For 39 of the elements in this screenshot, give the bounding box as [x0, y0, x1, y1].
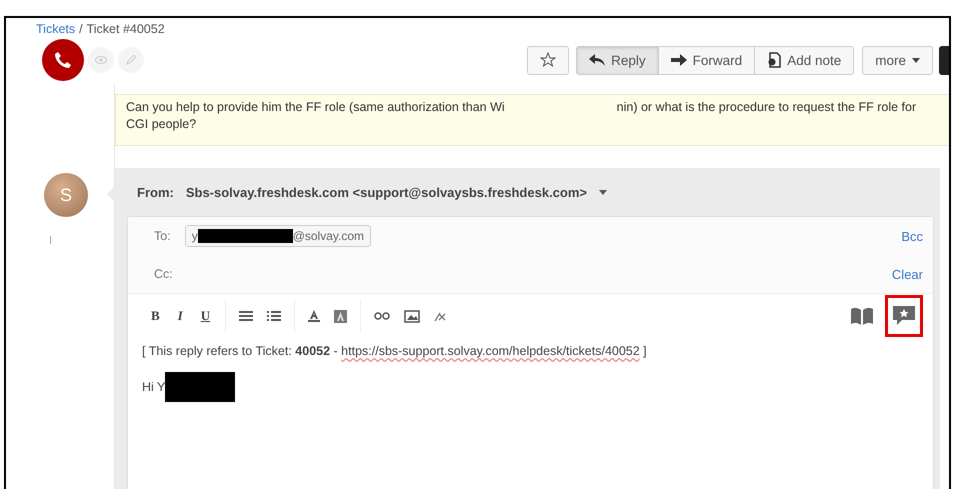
editor-tool-button[interactable]	[885, 295, 923, 337]
action-button[interactable]: Reply	[576, 46, 659, 74]
star-button[interactable]	[527, 46, 570, 74]
action-button[interactable]: Forward	[658, 46, 756, 74]
star-icon	[540, 52, 556, 68]
breadcrumb-link[interactable]: Tickets	[36, 22, 76, 36]
ticket-link[interactable]: https://sbs-support.solvay.com/helpdesk/tickets/40052	[341, 344, 640, 358]
book-icon	[851, 307, 873, 325]
to-label: To:	[154, 229, 171, 243]
pencil-icon	[126, 55, 136, 65]
reply-reference-text: [ This reply refers to Ticket: 40052 - https://sbs-support.solvay.com/helpdesk/tickets/40052 ]	[142, 344, 648, 358]
cc-label: Cc:	[154, 267, 173, 281]
note-text: Can you help to provide him the FF role (same authorization than Wi nin) or what is the procedure to request the FF role for CGI people?	[115, 94, 949, 146]
reply-icon	[589, 54, 606, 66]
note-icon	[767, 52, 782, 68]
format-button[interactable]: B	[142, 308, 169, 324]
chat-star-icon	[893, 306, 915, 326]
from-label: From:	[137, 184, 174, 200]
caret-icon[interactable]	[599, 190, 607, 194]
breadcrumb-current: Ticket #40052	[86, 22, 165, 36]
dark-button[interactable]	[939, 46, 949, 74]
action-button[interactable]: Add note	[754, 46, 854, 74]
caret-icon	[912, 58, 920, 62]
format-button[interactable]: U	[192, 308, 220, 324]
avatar: S	[44, 173, 88, 217]
greeting-text: Hi Y	[142, 380, 166, 394]
from-value: Sbs-solvay.freshdesk.com <support@solvaysbs.freshdesk.com>	[186, 184, 587, 200]
format-button[interactable]: I	[168, 308, 192, 324]
breadcrumb-separator: /	[79, 22, 83, 36]
clear-format-icon	[434, 310, 446, 322]
recipient-chip[interactable]: y @solvay.com	[184, 225, 371, 247]
arrow-right-icon	[670, 54, 687, 66]
eye-icon	[95, 56, 107, 64]
more-button[interactable]: more	[862, 46, 933, 74]
phone-icon	[42, 39, 84, 81]
clear-link[interactable]: Clear	[892, 266, 923, 282]
tick-mark	[50, 236, 51, 244]
redaction-mark	[165, 372, 236, 402]
bcc-link[interactable]: Bcc	[901, 228, 923, 244]
